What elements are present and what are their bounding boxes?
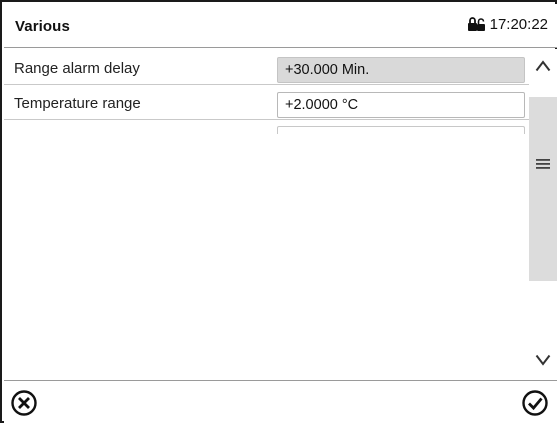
chevron-down-icon xyxy=(535,354,551,366)
scroll-down-button[interactable] xyxy=(529,345,557,375)
lock-icon xyxy=(467,16,486,33)
range-alarm-delay-field[interactable]: +30.000 Min. xyxy=(277,57,525,83)
confirm-check-icon xyxy=(522,390,548,416)
footer-bar xyxy=(4,380,557,423)
chevron-up-icon xyxy=(535,60,551,72)
confirm-button[interactable] xyxy=(518,386,552,420)
header-bar: Various 17:20:22 xyxy=(4,4,557,48)
menu-lines-icon xyxy=(536,159,550,169)
partial-field-next-row xyxy=(277,126,525,134)
setting-label: Temperature range xyxy=(14,95,141,112)
scroll-thumb[interactable] xyxy=(529,97,557,281)
cancel-circle-icon xyxy=(11,390,37,416)
page-title: Various xyxy=(15,18,70,35)
cancel-button[interactable] xyxy=(7,386,41,420)
clock-time: 17:20:22 xyxy=(489,16,548,33)
temperature-range-field[interactable]: +2.0000 °C xyxy=(277,92,525,118)
scroll-up-button[interactable] xyxy=(529,51,557,81)
setting-row-range-alarm-delay: Range alarm delay +30.000 Min. xyxy=(4,53,529,85)
header-status: 17:20:22 xyxy=(467,16,548,33)
scrollbar[interactable] xyxy=(529,49,557,380)
setting-row-temperature-range: Temperature range +2.0000 °C xyxy=(4,88,529,120)
setting-label: Range alarm delay xyxy=(14,60,140,77)
screen-frame: Various 17:20:22 Range alarm delay +30.0… xyxy=(0,0,557,423)
